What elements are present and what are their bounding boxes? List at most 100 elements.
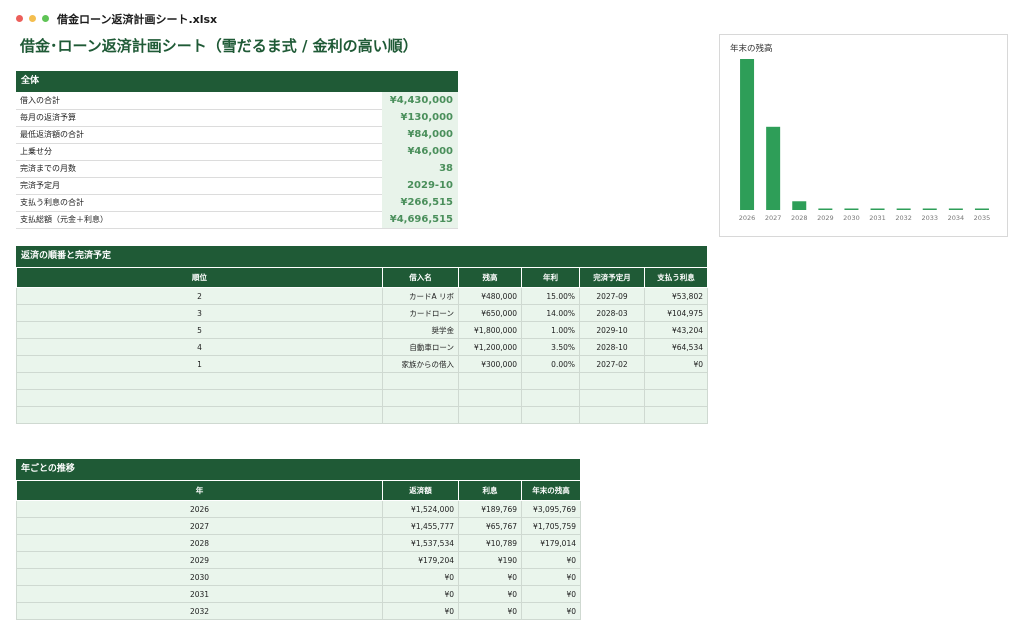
table-cell[interactable] [521,406,580,424]
table-cell[interactable]: ¥0 [521,602,581,620]
table-cell[interactable]: 2030 [16,568,383,586]
table-cell[interactable]: ¥1,705,759 [521,517,581,535]
table-cell[interactable]: 2028 [16,534,383,552]
table-row[interactable]: 2031 ¥0 ¥0 ¥0 [16,585,581,603]
table-cell[interactable] [16,372,383,390]
table-cell[interactable]: 2027 [16,517,383,535]
summary-value[interactable]: ¥4,430,000 [382,92,458,109]
table-cell[interactable]: 2 [16,287,383,305]
summary-value[interactable]: ¥84,000 [382,126,458,143]
table-cell[interactable]: 1.00% [521,321,580,339]
column-header[interactable]: 年末の残高 [521,480,581,501]
table-row[interactable]: 2028 ¥1,537,534 ¥10,789 ¥179,014 [16,534,581,552]
table-cell[interactable] [382,389,459,407]
summary-value[interactable]: 38 [382,160,458,177]
table-cell[interactable]: ¥179,014 [521,534,581,552]
table-cell[interactable]: ¥0 [644,355,708,373]
table-cell[interactable]: 3 [16,304,383,322]
summary-value[interactable]: 2029-10 [382,177,458,194]
table-cell[interactable] [458,372,522,390]
table-cell[interactable]: ¥0 [458,585,522,603]
table-row[interactable] [16,389,708,407]
table-cell[interactable] [458,406,522,424]
table-row[interactable]: 4 自動車ローン ¥1,200,000 3.50% 2028-10 ¥64,534 [16,338,708,356]
table-cell[interactable]: ¥64,534 [644,338,708,356]
table-cell[interactable] [579,372,645,390]
table-cell[interactable]: ¥1,524,000 [382,500,459,518]
table-cell[interactable]: 2031 [16,585,383,603]
column-header[interactable]: 年 [16,480,383,501]
column-header[interactable]: 支払う利息 [644,267,708,288]
summary-row[interactable]: 完済予定月 2029-10 [16,177,458,195]
table-cell[interactable]: ¥1,537,534 [382,534,459,552]
summary-row[interactable]: 上乗せ分 ¥46,000 [16,143,458,161]
table-cell[interactable]: ¥3,095,769 [521,500,581,518]
table-cell[interactable] [521,372,580,390]
table-cell[interactable]: 家族からの借入 [382,355,459,373]
table-cell[interactable] [579,389,645,407]
summary-row[interactable]: 毎月の返済予算 ¥130,000 [16,109,458,127]
table-cell[interactable]: ¥179,204 [382,551,459,569]
table-cell[interactable]: ¥0 [521,568,581,586]
table-row[interactable]: 2032 ¥0 ¥0 ¥0 [16,602,581,620]
table-cell[interactable]: 14.00% [521,304,580,322]
summary-row[interactable]: 支払う利息の合計 ¥266,515 [16,194,458,212]
close-window-button[interactable] [16,15,23,22]
table-row[interactable] [16,406,708,424]
summary-row[interactable]: 借入の合計 ¥4,430,000 [16,92,458,110]
table-cell[interactable]: ¥1,200,000 [458,338,522,356]
table-cell[interactable]: ¥1,800,000 [458,321,522,339]
table-cell[interactable]: 2029 [16,551,383,569]
table-row[interactable]: 2026 ¥1,524,000 ¥189,769 ¥3,095,769 [16,500,581,518]
table-cell[interactable] [16,406,383,424]
table-cell[interactable]: ¥43,204 [644,321,708,339]
table-cell[interactable]: 2028-03 [579,304,645,322]
table-cell[interactable]: ¥0 [382,568,459,586]
table-cell[interactable]: カードA リボ [382,287,459,305]
column-header[interactable]: 完済予定月 [579,267,645,288]
table-cell[interactable]: ¥0 [458,568,522,586]
table-cell[interactable]: ¥0 [521,551,581,569]
maximize-window-button[interactable] [42,15,49,22]
table-cell[interactable] [521,389,580,407]
summary-value[interactable]: ¥266,515 [382,194,458,211]
table-cell[interactable]: 1 [16,355,383,373]
table-cell[interactable]: 2027-02 [579,355,645,373]
table-cell[interactable] [579,406,645,424]
table-cell[interactable] [458,389,522,407]
table-cell[interactable]: ¥189,769 [458,500,522,518]
table-cell[interactable] [382,372,459,390]
table-row[interactable]: 3 カードローン ¥650,000 14.00% 2028-03 ¥104,975 [16,304,708,322]
table-cell[interactable]: 3.50% [521,338,580,356]
summary-value[interactable]: ¥130,000 [382,109,458,126]
table-cell[interactable]: 2032 [16,602,383,620]
summary-row[interactable]: 最低返済額の合計 ¥84,000 [16,126,458,144]
table-cell[interactable]: ¥0 [521,585,581,603]
table-cell[interactable]: ¥650,000 [458,304,522,322]
table-cell[interactable]: ¥104,975 [644,304,708,322]
column-header[interactable]: 借入名 [382,267,459,288]
table-cell[interactable]: 2027-09 [579,287,645,305]
column-header[interactable]: 利息 [458,480,522,501]
table-cell[interactable] [16,389,383,407]
table-row[interactable]: 2030 ¥0 ¥0 ¥0 [16,568,581,586]
table-cell[interactable]: ¥190 [458,551,522,569]
table-cell[interactable]: ¥53,802 [644,287,708,305]
table-cell[interactable] [382,406,459,424]
table-cell[interactable]: 2029-10 [579,321,645,339]
table-cell[interactable]: 2026 [16,500,383,518]
summary-row[interactable]: 支払総額（元金＋利息） ¥4,696,515 [16,211,458,229]
table-cell[interactable]: ¥0 [382,585,459,603]
table-cell[interactable] [644,372,708,390]
table-row[interactable]: 2 カードA リボ ¥480,000 15.00% 2027-09 ¥53,802 [16,287,708,305]
table-row[interactable]: 1 家族からの借入 ¥300,000 0.00% 2027-02 ¥0 [16,355,708,373]
table-cell[interactable]: 2028-10 [579,338,645,356]
table-cell[interactable]: カードローン [382,304,459,322]
table-cell[interactable]: ¥0 [458,602,522,620]
table-cell[interactable]: ¥65,767 [458,517,522,535]
table-cell[interactable]: 4 [16,338,383,356]
table-cell[interactable]: 0.00% [521,355,580,373]
column-header[interactable]: 残高 [458,267,522,288]
summary-value[interactable]: ¥46,000 [382,143,458,160]
table-cell[interactable] [644,406,708,424]
